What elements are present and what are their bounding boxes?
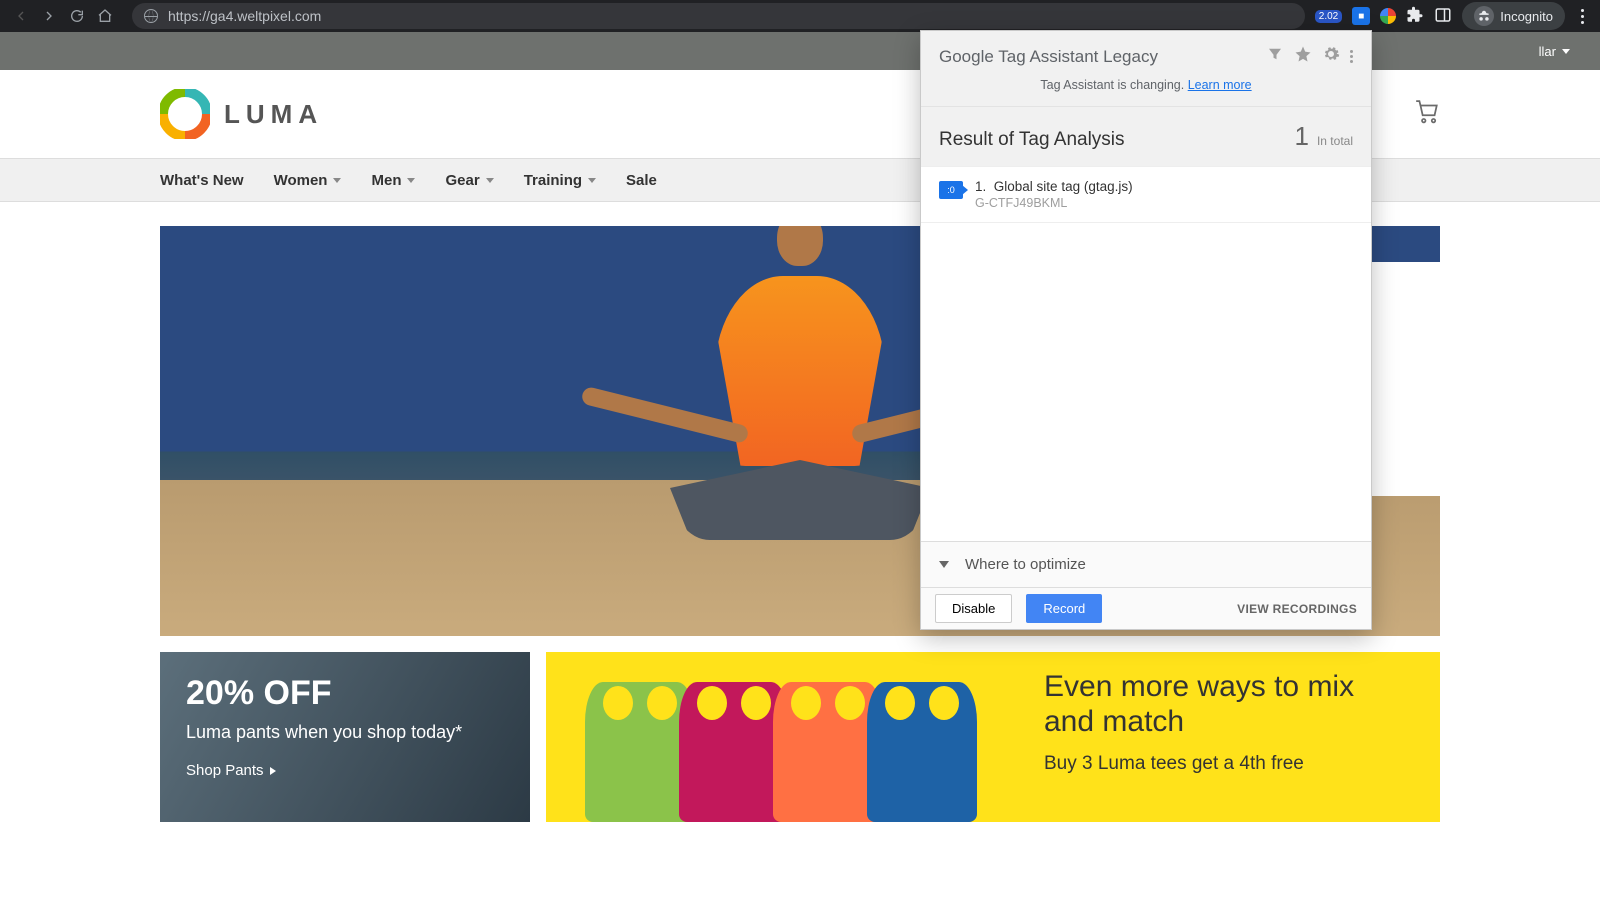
- address-bar[interactable]: https://ga4.weltpixel.com: [132, 3, 1305, 29]
- result-heading: Result of Tag Analysis: [939, 129, 1125, 151]
- reload-button[interactable]: [66, 5, 88, 27]
- back-button[interactable]: [10, 5, 32, 27]
- where-to-optimize-toggle[interactable]: Where to optimize: [921, 541, 1371, 588]
- extension-badge[interactable]: 2.02: [1315, 10, 1342, 23]
- cart-button[interactable]: [1414, 99, 1440, 130]
- tag-assistant-header: Google Tag Assistant Legacy Tag Assistan…: [921, 31, 1371, 107]
- star-icon[interactable]: [1294, 45, 1312, 68]
- tag-badge-icon: :0: [939, 181, 963, 199]
- filter-icon[interactable]: [1266, 45, 1284, 68]
- hero-image: [650, 256, 950, 636]
- url-text: https://ga4.weltpixel.com: [168, 8, 321, 24]
- forward-button[interactable]: [38, 5, 60, 27]
- site-info-icon[interactable]: [144, 9, 158, 23]
- nav-gear[interactable]: Gear: [445, 172, 493, 189]
- currency-switcher[interactable]: llar: [1539, 44, 1570, 59]
- chevron-right-icon: [270, 767, 276, 775]
- chevron-down-icon: [407, 178, 415, 183]
- tag-analysis-summary: Result of Tag Analysis 1 In total: [921, 107, 1371, 167]
- record-button[interactable]: Record: [1026, 594, 1102, 623]
- promo-tees-headline: Even more ways to mix and match: [1044, 670, 1412, 739]
- gear-icon[interactable]: [1322, 45, 1340, 68]
- browser-toolbar: https://ga4.weltpixel.com 2.02 ■ Incogni…: [0, 0, 1600, 32]
- logo-text: LUMA: [224, 99, 323, 130]
- home-button[interactable]: [94, 5, 116, 27]
- browser-menu-button[interactable]: [1575, 9, 1590, 24]
- learn-more-link[interactable]: Learn more: [1188, 78, 1252, 92]
- disable-button[interactable]: Disable: [935, 594, 1012, 623]
- incognito-indicator[interactable]: Incognito: [1462, 2, 1565, 30]
- promo-pants-link[interactable]: Shop Pants: [186, 762, 276, 779]
- site-logo[interactable]: LUMA: [160, 89, 323, 139]
- promo-row: 20% OFF Luma pants when you shop today* …: [160, 652, 1440, 822]
- chevron-down-icon: [939, 561, 949, 568]
- chrome-extension-icon[interactable]: [1380, 8, 1396, 24]
- tag-assistant-popup: Google Tag Assistant Legacy Tag Assistan…: [920, 30, 1372, 630]
- promo-pants-headline: 20% OFF: [186, 674, 504, 713]
- promo-tees[interactable]: Even more ways to mix and match Buy 3 Lu…: [546, 652, 1440, 822]
- toolbar-right: 2.02 ■ Incognito: [1315, 2, 1590, 30]
- tag-assistant-footer: Disable Record VIEW RECORDINGS: [921, 588, 1371, 629]
- extensions-menu-icon[interactable]: [1406, 6, 1424, 27]
- more-menu-icon[interactable]: [1350, 48, 1353, 65]
- view-recordings-link[interactable]: VIEW RECORDINGS: [1237, 602, 1357, 616]
- nav-whats-new[interactable]: What's New: [160, 172, 244, 189]
- nav-training[interactable]: Training: [524, 172, 596, 189]
- promo-tees-image: [546, 652, 1016, 822]
- chevron-down-icon: [588, 178, 596, 183]
- promo-pants-body: Luma pants when you shop today*: [186, 721, 504, 744]
- chevron-down-icon: [486, 178, 494, 183]
- tag-assistant-notice: Tag Assistant is changing. Learn more: [939, 78, 1353, 92]
- chevron-down-icon: [333, 178, 341, 183]
- chevron-down-icon: [1562, 49, 1570, 54]
- promo-pants[interactable]: 20% OFF Luma pants when you shop today* …: [160, 652, 530, 822]
- promo-tees-body: Buy 3 Luma tees get a 4th free: [1044, 753, 1412, 775]
- tag-id: G-CTFJ49BKML: [975, 196, 1133, 210]
- currency-label: llar: [1539, 44, 1556, 59]
- side-panel-icon[interactable]: [1434, 6, 1452, 27]
- result-count: 1: [1295, 121, 1309, 152]
- optimize-label: Where to optimize: [965, 556, 1086, 573]
- tag-name: 1. Global site tag (gtag.js): [975, 179, 1133, 194]
- tag-list-item[interactable]: :0 1. Global site tag (gtag.js) G-CTFJ49…: [921, 167, 1371, 223]
- nav-women[interactable]: Women: [274, 172, 342, 189]
- nav-men[interactable]: Men: [371, 172, 415, 189]
- incognito-icon: [1474, 6, 1494, 26]
- nav-sale[interactable]: Sale: [626, 172, 657, 189]
- logo-mark-icon: [160, 89, 210, 139]
- tag-assistant-title: Google Tag Assistant Legacy: [939, 47, 1158, 67]
- tag-list: :0 1. Global site tag (gtag.js) G-CTFJ49…: [921, 167, 1371, 541]
- tag-assistant-extension-icon[interactable]: ■: [1352, 7, 1370, 25]
- result-count-label: In total: [1317, 134, 1353, 148]
- incognito-label: Incognito: [1500, 9, 1553, 24]
